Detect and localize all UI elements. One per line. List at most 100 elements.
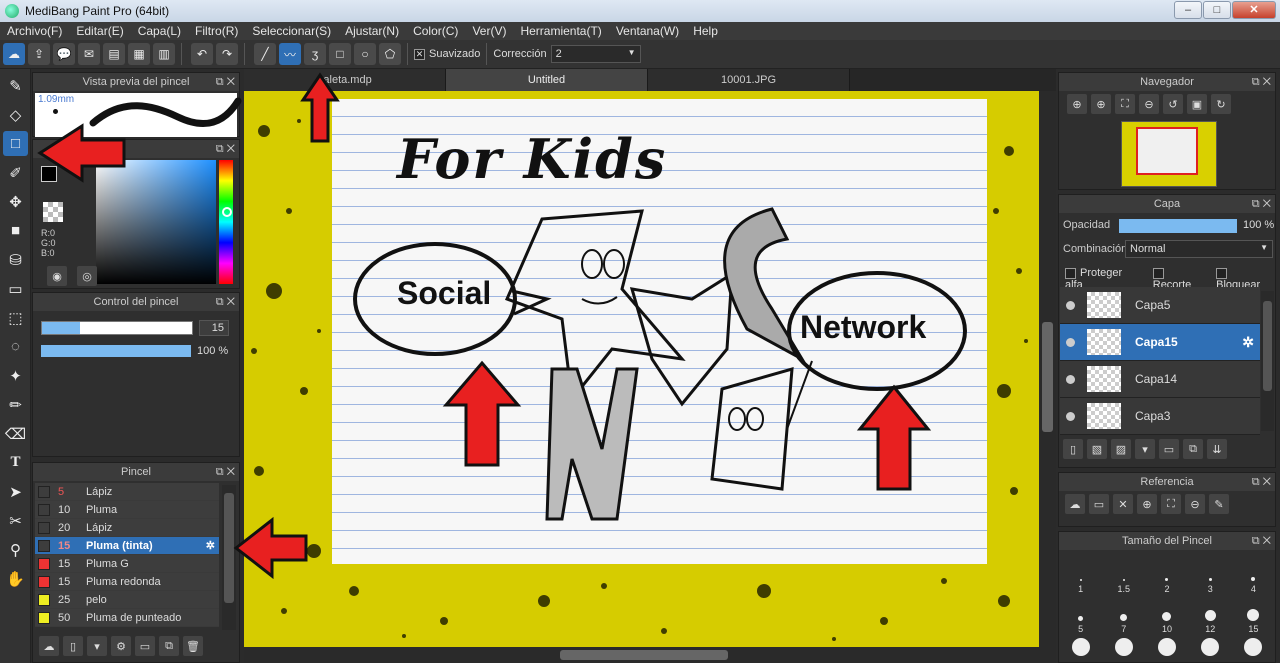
rectangle-icon[interactable]: □ [329,43,351,65]
navigator-thumbnail[interactable] [1121,121,1217,187]
brush-size-large-dot[interactable] [1244,638,1263,656]
eyedropper-icon[interactable]: ✎ [1209,494,1229,514]
text-tool-icon[interactable]: T [3,450,28,475]
trash-icon[interactable]: 🗑 [183,636,203,656]
canvas-horizontal-scrollbar[interactable] [244,647,1056,663]
layer-row-selected[interactable]: Capa15 ✲ [1060,324,1260,361]
reset-view-icon[interactable]: ▣ [1187,94,1207,114]
eye-icon[interactable] [1066,300,1075,310]
fit-icon[interactable]: ⛶ [1115,94,1135,114]
comment-icon[interactable]: 💬 [53,43,75,65]
select-eraser-tool-icon[interactable]: ⌫ [3,421,28,446]
brush-size-cell[interactable]: 1.5 [1102,554,1145,594]
brush-item[interactable]: 25 pelo [35,591,219,609]
brush-size-large-dot[interactable] [1071,638,1090,656]
brush-size-slider[interactable] [41,321,193,335]
minimize-button[interactable]: – [1174,1,1202,19]
layer-opacity-slider[interactable] [1119,219,1237,233]
brush-size-value[interactable]: 15 [199,320,229,336]
open-folder-icon[interactable]: ▭ [1089,494,1109,514]
hue-handle[interactable] [222,207,232,217]
rotate-left-icon[interactable]: ↺ [1163,94,1183,114]
lasso-tool-icon[interactable]: ◌ [3,334,28,359]
blend-mode-select[interactable]: Normal ▼ [1125,240,1273,258]
layer-row[interactable]: Capa5 [1060,287,1260,324]
select-rect-tool-icon[interactable]: ⬚ [3,305,28,330]
tab-untitled[interactable]: Untitled [446,69,648,91]
gear-icon[interactable]: ✲ [1242,334,1254,351]
move-tool-icon[interactable]: ✥ [3,189,28,214]
layer-folder-icon[interactable]: ▭ [1159,439,1179,459]
bucket-tool-icon[interactable]: ⛁ [3,247,28,272]
new-halftone-layer-icon[interactable]: ▧ [1087,439,1107,459]
drawing-paper[interactable]: For Kids Social Network [332,99,987,564]
brush-size-large-dot[interactable] [1157,638,1176,656]
navigator-viewport[interactable] [1136,127,1198,175]
brush-opacity-slider[interactable] [41,345,191,357]
brush-item[interactable]: 20 Lápiz [35,519,219,537]
gear-icon[interactable]: ✲ [206,539,215,552]
divide-tool-icon[interactable]: ✂ [3,508,28,533]
brush-settings-icon[interactable]: ⚙ [111,636,131,656]
canvas-vertical-scrollbar[interactable] [1039,91,1056,647]
message-icon[interactable]: ✉ [78,43,100,65]
add-brush-icon[interactable]: ▾ [87,636,107,656]
menu-ajustar[interactable]: Ajustar(N) [338,24,406,38]
brush-item-selected[interactable]: 15 Pluma (tinta) ✲ [35,537,219,555]
redo-icon[interactable]: ↷ [216,43,238,65]
maximize-button[interactable]: □ [1203,1,1231,19]
hue-slider[interactable] [219,160,233,284]
magic-wand-tool-icon[interactable]: ✦ [3,363,28,388]
brush-size-large-dot[interactable] [1114,638,1133,656]
menu-ventana[interactable]: Ventana(W) [609,24,686,38]
menu-ver[interactable]: Ver(V) [465,24,513,38]
canvas-area[interactable]: For Kids Social Network [244,91,1039,647]
rotate-right-icon[interactable]: ↻ [1211,94,1231,114]
eraser-tool-icon[interactable]: ◇ [3,102,28,127]
brush-size-cell[interactable]: 7 [1102,594,1145,634]
menu-archivo[interactable]: Archivo(F) [0,24,69,38]
rectangle-tool-icon[interactable]: □ [3,131,28,156]
document-icon[interactable]: ▤ [103,43,125,65]
brush-size-large-dot[interactable] [1201,638,1220,656]
menu-filtro[interactable]: Filtro(R) [188,24,245,38]
tab-paleta[interactable]: paleta.mdp [244,69,446,91]
ellipse-icon[interactable]: ○ [354,43,376,65]
duplicate-layer-icon[interactable]: ⧉ [1183,439,1203,459]
correction-select[interactable]: 2 ▼ [550,45,641,63]
layer-row[interactable]: Capa3 [1060,398,1260,435]
brush-size-cell[interactable]: 4 [1232,554,1275,594]
brush-item[interactable]: 15 Pluma redonda [35,573,219,591]
brush-size-cell[interactable]: 5 [1059,594,1102,634]
line-icon[interactable]: ╱ [254,43,276,65]
cloud-icon[interactable]: ☁ [3,43,25,65]
palette-icon[interactable]: ◉ [47,266,67,286]
comic-panel-icon[interactable]: ▥ [153,43,175,65]
tab-10001[interactable]: 10001.JPG [648,69,850,91]
menu-editar[interactable]: Editar(E) [69,24,130,38]
eye-icon[interactable] [1066,411,1075,421]
select-pen-tool-icon[interactable]: ✏ [3,392,28,417]
eye-icon[interactable] [1066,337,1075,347]
brush-item[interactable]: 50 Pluma de punteado [35,609,219,627]
eyedropper-tool-icon[interactable]: ⚲ [3,537,28,562]
polyline-icon[interactable]: 〰 [279,43,301,65]
brush-item[interactable]: 15 Pluma G [35,555,219,573]
brush-size-cell[interactable]: 10 [1145,594,1188,634]
hand-tool-icon[interactable]: ✋ [3,566,28,591]
layer-list-scrollbar[interactable] [1261,291,1274,431]
layer-row[interactable]: Capa14 [1060,361,1260,398]
zoom-in-alt-icon[interactable]: ⊕ [1091,94,1111,114]
gradient-tool-icon[interactable]: ▭ [3,276,28,301]
menu-color[interactable]: Color(C) [406,24,465,38]
polygon-icon[interactable]: ⬠ [379,43,401,65]
brush-item[interactable]: 10 Pluma [35,501,219,519]
brush-tool-icon[interactable]: ✎ [3,73,28,98]
fit-icon[interactable]: ⛶ [1161,494,1181,514]
zoom-in-icon[interactable]: ⊕ [1067,94,1087,114]
cloud-icon[interactable]: ☁ [1065,494,1085,514]
menu-capa[interactable]: Capa(L) [131,24,188,38]
zoom-out-icon[interactable]: ⊖ [1185,494,1205,514]
smooth-checkbox[interactable]: ✕ [414,48,425,60]
undo-icon[interactable]: ↶ [191,43,213,65]
